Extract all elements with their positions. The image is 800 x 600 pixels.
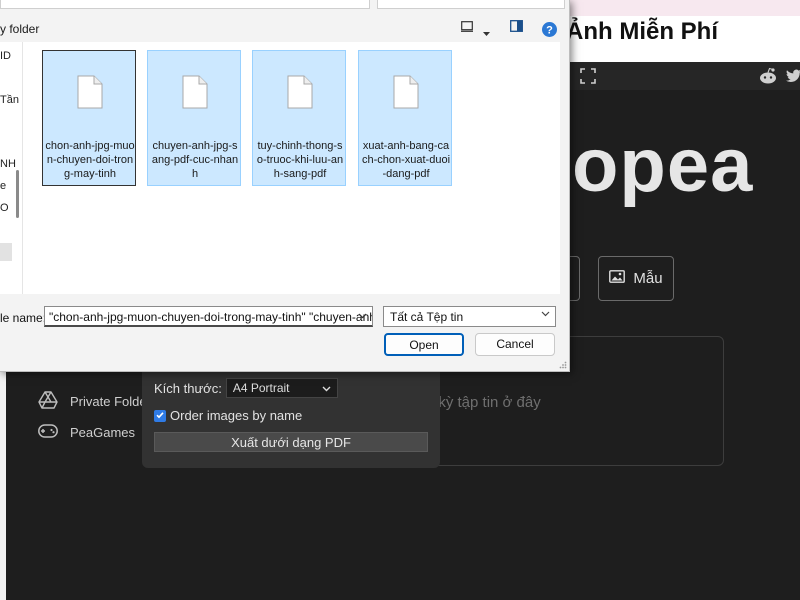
file-list-scrollbar[interactable]: [560, 42, 569, 294]
file-name: xuat-anh-bang-cach-chon-xuat-duoi-dang-p…: [361, 140, 451, 180]
gamepad-icon: [38, 424, 58, 441]
cancel-button[interactable]: Cancel: [475, 333, 555, 356]
view-dropdown-caret-icon[interactable]: [483, 24, 490, 39]
sidebar-item-private-folder[interactable]: Private Folde: [38, 391, 147, 412]
fullscreen-icon[interactable]: [580, 62, 596, 94]
open-button[interactable]: Open: [384, 333, 464, 356]
help-icon[interactable]: ?: [542, 22, 557, 40]
document-icon: [393, 75, 419, 109]
new-folder-button[interactable]: y folder: [0, 22, 39, 36]
file-type-value: Tất cả Tệp tin: [390, 310, 464, 324]
document-icon: [287, 75, 313, 109]
search-box[interactable]: [377, 0, 565, 9]
document-icon: [77, 75, 103, 109]
checkmark-icon: [156, 411, 164, 418]
nav-item[interactable]: e: [0, 180, 6, 192]
address-bar[interactable]: [0, 0, 370, 9]
file-list: chon-anh-jpg-muon-chuyen-doi-trong-may-t…: [24, 42, 569, 294]
nav-pane-scrollbar[interactable]: [16, 170, 19, 218]
file-name-label: le name:: [0, 311, 47, 325]
page-size-select[interactable]: A4 Portrait: [225, 378, 338, 398]
chevron-down-icon: [322, 381, 331, 395]
file-item[interactable]: chon-anh-jpg-muon-chuyen-doi-trong-may-t…: [42, 50, 136, 186]
pdf-export-panel: Kích thước: A4 Portrait Order images by …: [142, 362, 440, 468]
twitter-icon[interactable]: [786, 62, 800, 94]
resize-grip-icon[interactable]: [559, 361, 567, 371]
file-name: chuyen-anh-jpg-sang-pdf-cuc-nhanh: [151, 140, 239, 180]
file-name: tuy-chinh-thong-so-truoc-khi-luu-anh-san…: [256, 140, 344, 180]
file-item[interactable]: xuat-anh-bang-cach-chon-xuat-duoi-dang-p…: [358, 50, 452, 186]
file-name-history-chevron-icon[interactable]: [358, 311, 367, 322]
sidebar-item-label: PeaGames: [70, 425, 136, 440]
nav-item[interactable]: NH: [0, 158, 16, 170]
nav-selected-item[interactable]: [0, 243, 12, 261]
reddit-icon[interactable]: [758, 62, 778, 95]
browser-top-bar: [560, 0, 800, 17]
file-item[interactable]: chuyen-anh-jpg-sang-pdf-cuc-nhanh: [147, 50, 241, 186]
file-open-dialog: y folder ? ID Tần NH e O chon-anh-jpg-mu…: [0, 0, 570, 372]
nav-item[interactable]: ID: [0, 50, 11, 62]
view-options-icon[interactable]: [461, 20, 473, 35]
document-icon: [182, 75, 208, 109]
file-item[interactable]: tuy-chinh-thong-so-truoc-khi-luu-anh-san…: [252, 50, 346, 186]
file-name: chon-anh-jpg-muon-chuyen-doi-trong-may-t…: [45, 140, 135, 180]
site-title: Ảnh Miễn Phí: [566, 18, 718, 45]
nav-item[interactable]: O: [0, 202, 9, 214]
page-size-row: Kích thước: A4 Portrait: [154, 378, 338, 398]
image-icon: [609, 270, 626, 287]
file-type-select[interactable]: Tất cả Tệp tin: [383, 306, 556, 327]
order-by-name-label: Order images by name: [170, 408, 303, 423]
svg-text:?: ?: [546, 25, 553, 37]
preview-pane-icon[interactable]: [510, 20, 523, 35]
drive-icon: [38, 391, 58, 412]
drop-zone-text: t kỳ tập tin ở đây: [430, 394, 541, 411]
chevron-down-icon: [541, 309, 550, 320]
order-by-name-checkbox[interactable]: [154, 409, 166, 422]
page-size-label: Kích thước:: [154, 380, 222, 396]
templates-button-label: Mẫu: [633, 270, 663, 287]
sidebar-item-peagames[interactable]: PeaGames: [38, 424, 135, 441]
sidebar-item-label: Private Folde: [70, 394, 147, 409]
page-size-value: A4 Portrait: [232, 381, 290, 395]
order-by-name-row: Order images by name: [154, 408, 302, 423]
photopea-logo-text: opea: [572, 123, 754, 208]
file-name-input[interactable]: "chon-anh-jpg-muon-chuyen-doi-trong-may-…: [44, 306, 373, 327]
export-pdf-button[interactable]: Xuất dưới dạng PDF: [154, 432, 428, 452]
nav-item[interactable]: Tần: [0, 94, 19, 106]
templates-button[interactable]: Mẫu: [598, 256, 674, 301]
